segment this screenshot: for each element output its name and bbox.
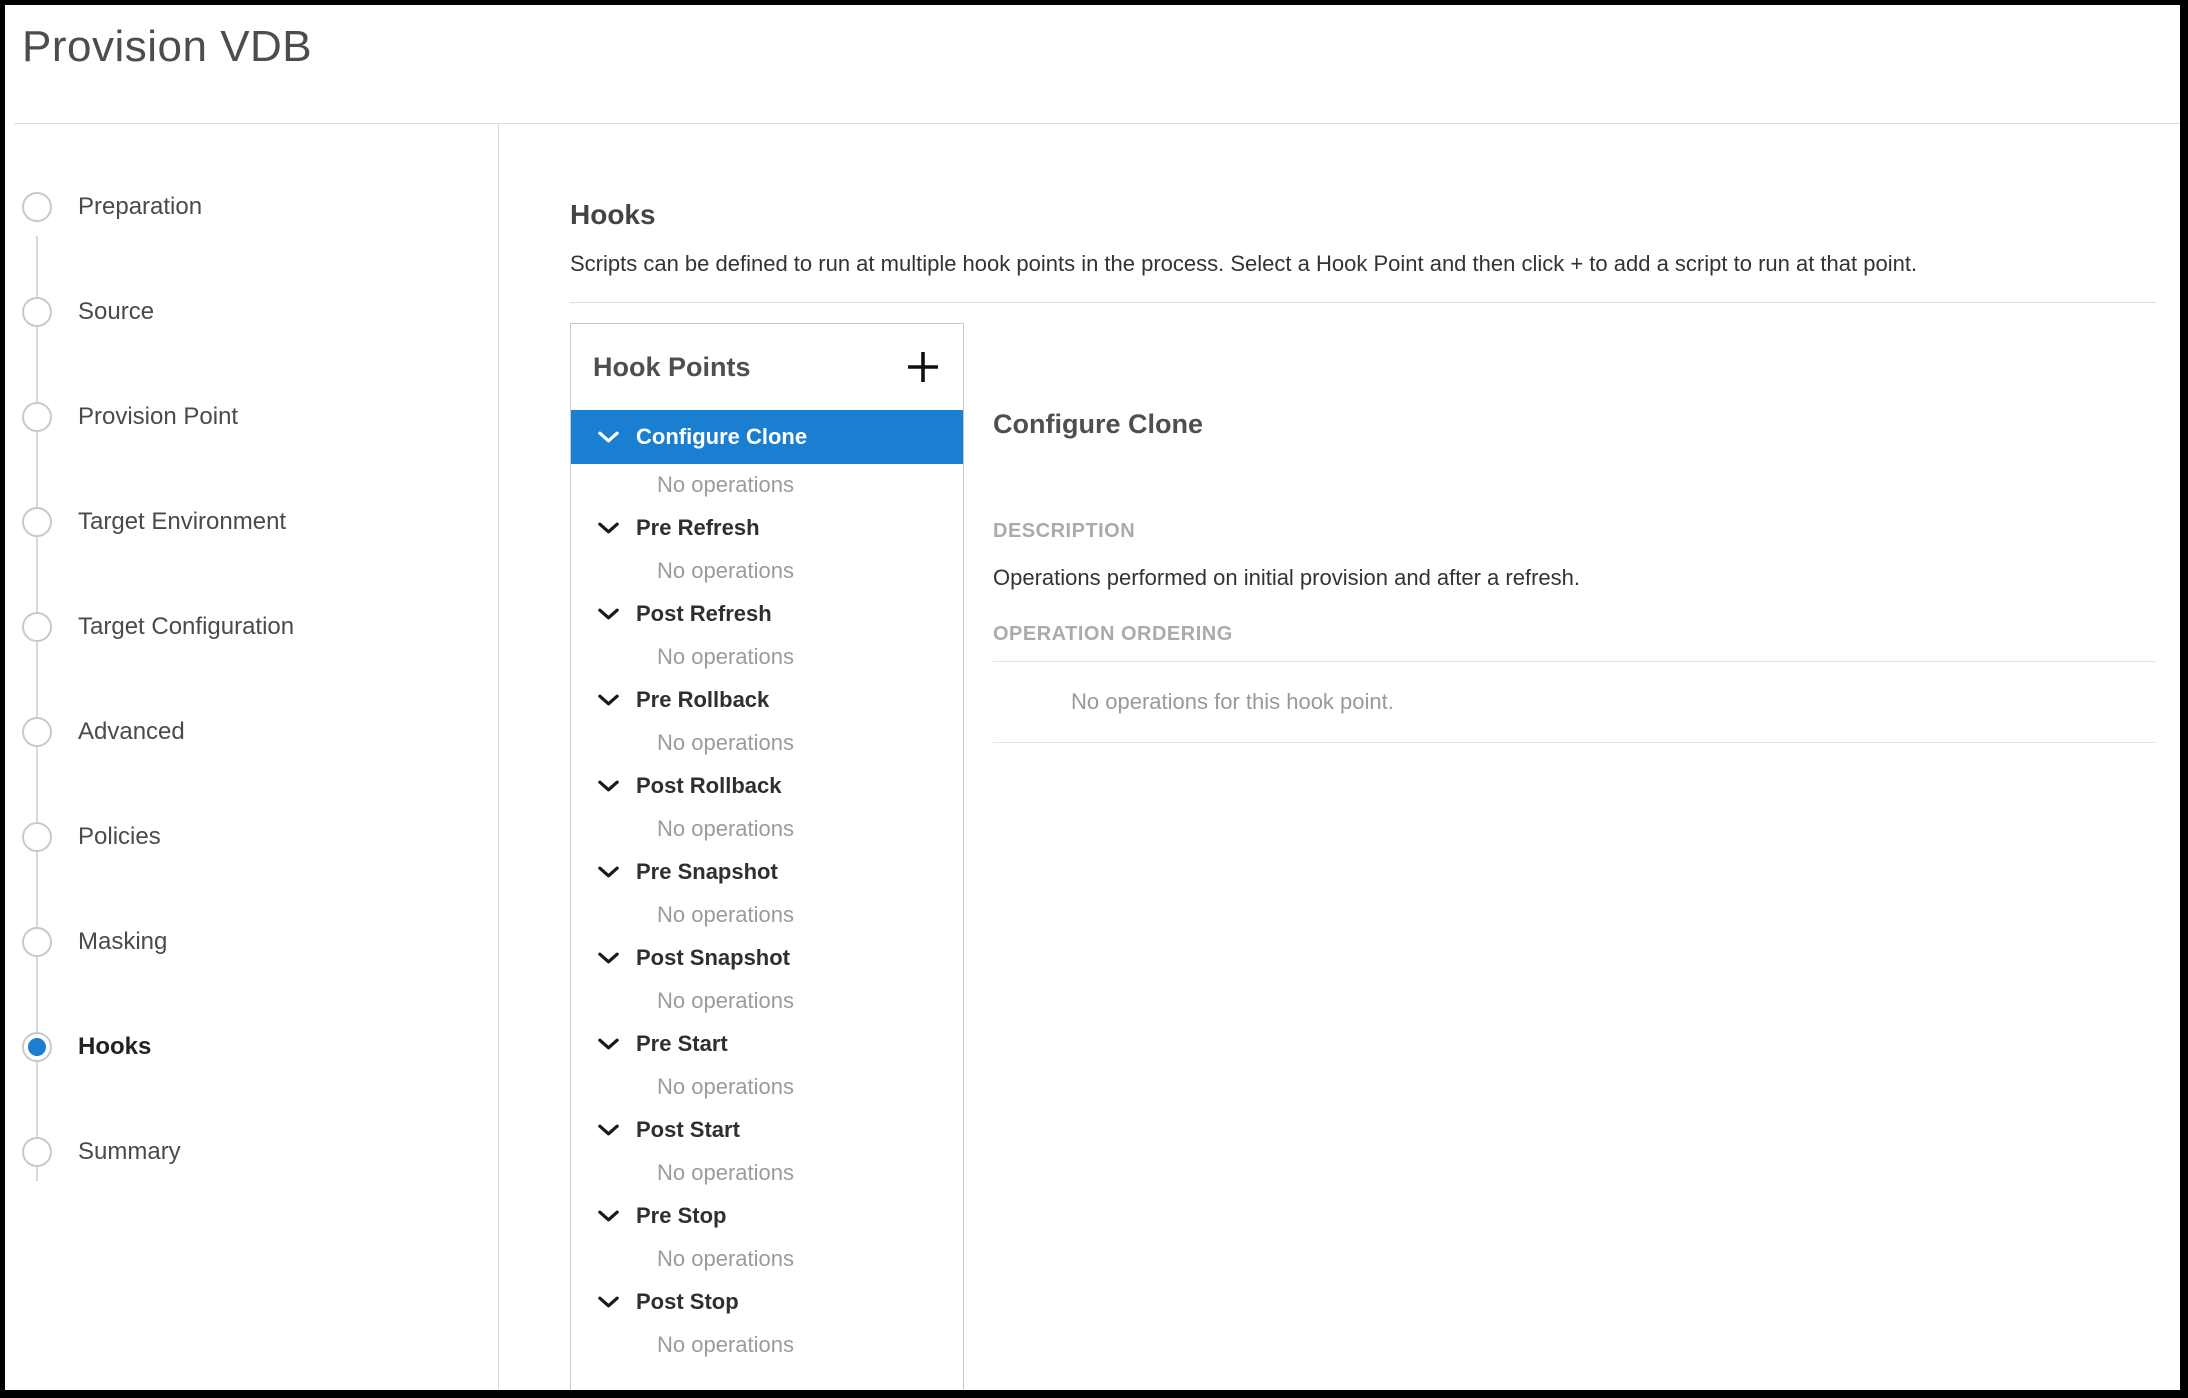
step-circle-icon <box>22 717 52 747</box>
chevron-down-icon[interactable] <box>597 693 620 707</box>
sidebar-step-policies[interactable]: Policies <box>5 784 498 889</box>
hook-points-header: Hook Points <box>571 324 963 410</box>
step-label: Source <box>78 298 154 326</box>
hook-point-status: No operations <box>571 894 963 936</box>
section-divider <box>570 302 2156 303</box>
operation-ordering-label: OPERATION ORDERING <box>993 622 2156 647</box>
section-description: Scripts can be defined to run at multipl… <box>570 250 2156 278</box>
hook-point-item-post-start[interactable]: Post Start <box>571 1108 963 1152</box>
chevron-down-icon[interactable] <box>597 1295 620 1309</box>
hooks-content-row: Hook Points Configure Clone No opera <box>570 323 2156 1390</box>
hook-point-status: No operations <box>571 550 963 592</box>
wizard-steps-sidebar: Preparation Source Provision Point Targe… <box>5 124 499 1390</box>
hook-point-status: No operations <box>571 722 963 764</box>
sidebar-step-summary[interactable]: Summary <box>5 1099 498 1204</box>
step-circle-icon <box>22 192 52 222</box>
main-content: Hooks Scripts can be defined to run at m… <box>499 124 2180 1390</box>
sidebar-step-preparation[interactable]: Preparation <box>5 154 498 259</box>
step-circle-icon <box>22 927 52 957</box>
step-circle-icon <box>22 297 52 327</box>
step-label: Target Configuration <box>78 613 294 641</box>
hook-point-status: No operations <box>571 1066 963 1108</box>
step-circle-active-icon <box>22 1032 52 1062</box>
hook-point-item-pre-rollback[interactable]: Pre Rollback <box>571 678 963 722</box>
step-label: Summary <box>78 1138 181 1166</box>
hook-point-detail-pane: Configure Clone DESCRIPTION Operations p… <box>964 323 2156 1390</box>
sidebar-step-advanced[interactable]: Advanced <box>5 679 498 784</box>
plus-icon <box>905 349 941 385</box>
sidebar-step-provision-point[interactable]: Provision Point <box>5 364 498 469</box>
step-circle-icon <box>22 507 52 537</box>
hook-point-status: No operations <box>571 636 963 678</box>
ordering-empty-message: No operations for this hook point. <box>993 662 2156 742</box>
hook-point-label: Pre Snapshot <box>636 859 778 885</box>
ordering-divider-bottom <box>993 742 2156 743</box>
sidebar-step-masking[interactable]: Masking <box>5 889 498 994</box>
stepper-list: Preparation Source Provision Point Targe… <box>5 124 498 1204</box>
chevron-down-icon[interactable] <box>597 521 620 535</box>
chevron-down-icon[interactable] <box>597 779 620 793</box>
hook-point-status: No operations <box>571 980 963 1022</box>
description-label: DESCRIPTION <box>993 519 2156 544</box>
chevron-down-icon[interactable] <box>597 430 620 444</box>
step-label: Provision Point <box>78 403 238 431</box>
chevron-down-icon[interactable] <box>597 1123 620 1137</box>
hook-point-label: Post Start <box>636 1117 740 1143</box>
hook-point-status: No operations <box>571 1152 963 1194</box>
chevron-down-icon[interactable] <box>597 607 620 621</box>
detail-description: Operations performed on initial provisio… <box>993 564 2156 592</box>
hook-points-list: Configure Clone No operations Pre Refres… <box>571 410 963 1366</box>
hook-point-label: Pre Refresh <box>636 515 760 541</box>
step-label: Policies <box>78 823 161 851</box>
hook-point-status: No operations <box>571 1324 963 1366</box>
sidebar-step-source[interactable]: Source <box>5 259 498 364</box>
sidebar-step-hooks[interactable]: Hooks <box>5 994 498 1099</box>
hook-points-title: Hook Points <box>593 352 751 383</box>
hook-point-item-post-snapshot[interactable]: Post Snapshot <box>571 936 963 980</box>
hook-point-label: Pre Start <box>636 1031 728 1057</box>
chevron-down-icon[interactable] <box>597 865 620 879</box>
hook-point-item-pre-refresh[interactable]: Pre Refresh <box>571 506 963 550</box>
hook-point-label: Pre Stop <box>636 1203 726 1229</box>
step-label: Advanced <box>78 718 185 746</box>
step-label: Preparation <box>78 193 202 221</box>
hook-point-item-pre-start[interactable]: Pre Start <box>571 1022 963 1066</box>
sidebar-step-target-environment[interactable]: Target Environment <box>5 469 498 574</box>
page-title: Provision VDB <box>22 21 2180 73</box>
sidebar-step-target-configuration[interactable]: Target Configuration <box>5 574 498 679</box>
hook-point-label: Post Rollback <box>636 773 781 799</box>
hook-point-label: Post Refresh <box>636 601 772 627</box>
provision-vdb-window: Provision VDB Preparation Source Provisi… <box>0 0 2188 1398</box>
hook-point-status: No operations <box>571 808 963 850</box>
window-header: Provision VDB <box>14 5 2180 124</box>
detail-title: Configure Clone <box>993 407 2156 441</box>
step-label: Target Environment <box>78 508 286 536</box>
hook-point-item-post-refresh[interactable]: Post Refresh <box>571 592 963 636</box>
step-circle-icon <box>22 1137 52 1167</box>
hook-point-item-post-rollback[interactable]: Post Rollback <box>571 764 963 808</box>
step-circle-icon <box>22 402 52 432</box>
hook-point-label: Post Snapshot <box>636 945 790 971</box>
step-circle-icon <box>22 612 52 642</box>
chevron-down-icon[interactable] <box>597 1037 620 1051</box>
hook-point-status: No operations <box>571 464 963 506</box>
hook-point-status: No operations <box>571 1238 963 1280</box>
step-label: Masking <box>78 928 167 956</box>
add-hook-script-button[interactable] <box>903 347 943 387</box>
hook-point-label: Pre Rollback <box>636 687 769 713</box>
hook-point-item-post-stop[interactable]: Post Stop <box>571 1280 963 1324</box>
hook-point-item-pre-snapshot[interactable]: Pre Snapshot <box>571 850 963 894</box>
hook-point-label: Post Stop <box>636 1289 739 1315</box>
hook-point-label: Configure Clone <box>636 424 807 450</box>
chevron-down-icon[interactable] <box>597 1209 620 1223</box>
step-circle-icon <box>22 822 52 852</box>
section-title: Hooks <box>570 198 2156 232</box>
hook-point-item-pre-stop[interactable]: Pre Stop <box>571 1194 963 1238</box>
hook-point-item-configure-clone[interactable]: Configure Clone <box>571 410 963 464</box>
step-label: Hooks <box>78 1033 151 1061</box>
window-body: Preparation Source Provision Point Targe… <box>5 124 2180 1390</box>
chevron-down-icon[interactable] <box>597 951 620 965</box>
hook-points-panel: Hook Points Configure Clone No opera <box>570 323 964 1390</box>
